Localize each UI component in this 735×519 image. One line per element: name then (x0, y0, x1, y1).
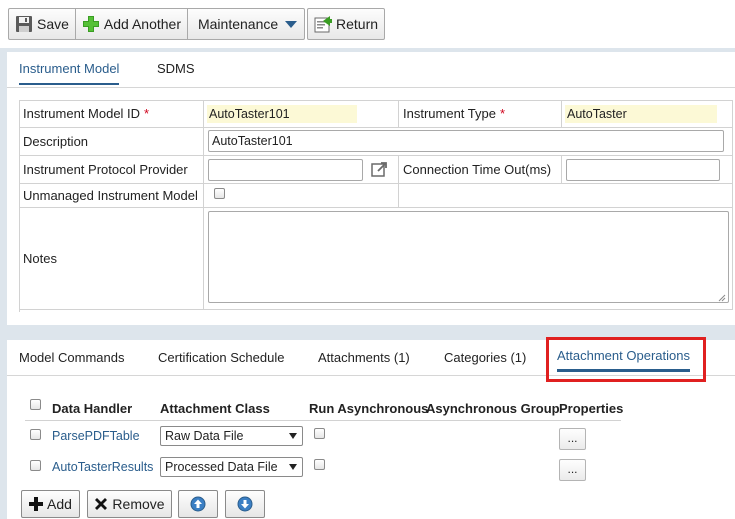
arrow-down-icon (237, 496, 253, 512)
properties-button[interactable]: ... (559, 459, 586, 481)
data-handler-link[interactable]: AutoTasterResults (52, 460, 153, 474)
column-header-attachment-class[interactable]: Attachment Class (160, 401, 270, 416)
tab-attachments[interactable]: Attachments (1) (318, 350, 410, 365)
connection-timeout-input[interactable] (566, 159, 720, 181)
column-header-run-asynchronous[interactable]: Run Asynchronous (309, 401, 428, 416)
top-tab-bar: Instrument Model SDMS (7, 52, 735, 88)
instrument-type-label: Instrument Type * (399, 100, 562, 128)
tab-categories[interactable]: Categories (1) (444, 350, 526, 365)
remove-row-button[interactable]: Remove (87, 490, 172, 518)
protocol-provider-cell (204, 156, 399, 184)
attachment-class-select[interactable]: Processed Data File (160, 457, 303, 477)
description-cell: AutoTaster101 (204, 128, 733, 156)
column-header-properties[interactable]: Properties (559, 401, 623, 416)
protocol-provider-label: Instrument Protocol Provider (19, 156, 204, 184)
add-row-label: Add (47, 496, 72, 512)
model-id-value: AutoTaster101 (207, 105, 357, 123)
connection-timeout-label: Connection Time Out(ms) (399, 156, 562, 184)
toolbar-main-group: Save Add Another Maintenance (8, 8, 306, 40)
resize-handle-icon[interactable] (718, 294, 726, 302)
move-down-button[interactable] (225, 490, 265, 518)
maintenance-menu-button[interactable]: Maintenance (188, 9, 304, 39)
unmanaged-cell (204, 184, 399, 208)
data-handler-link[interactable]: ParsePDFTable (52, 429, 140, 443)
instrument-model-panel: Instrument Model SDMS Instrument Model I… (7, 52, 735, 325)
required-marker: * (499, 106, 506, 121)
tab-sdms[interactable]: SDMS (157, 61, 195, 76)
operations-panel: Model Commands Certification Schedule At… (7, 337, 735, 519)
save-icon (16, 16, 32, 32)
add-another-button[interactable]: Add Another (76, 9, 188, 39)
attachment-class-value: Processed Data File (165, 460, 278, 474)
add-another-label: Add Another (103, 16, 181, 32)
tab-model-commands[interactable]: Model Commands (19, 350, 125, 365)
instrument-type-label-text: Instrument Type (403, 106, 496, 121)
row-checkbox[interactable] (30, 429, 41, 440)
properties-button[interactable]: ... (559, 428, 586, 450)
grid-header-divider (25, 420, 621, 421)
select-arrow-icon (289, 464, 297, 470)
run-async-checkbox[interactable] (314, 428, 325, 439)
return-label: Return (336, 16, 379, 32)
tab-certification-schedule[interactable]: Certification Schedule (158, 350, 284, 365)
external-link-icon[interactable] (370, 161, 388, 179)
model-id-label: Instrument Model ID * (19, 100, 204, 128)
empty-cell (399, 184, 733, 208)
attachment-class-select[interactable]: Raw Data File (160, 426, 303, 446)
row-checkbox[interactable] (30, 460, 41, 471)
select-arrow-icon (289, 433, 297, 439)
notes-cell (204, 208, 733, 310)
remove-row-label: Remove (112, 496, 165, 512)
model-id-label-text: Instrument Model ID (23, 106, 141, 121)
bottom-tab-bar: Model Commands Certification Schedule At… (7, 337, 735, 382)
required-marker: * (144, 106, 150, 121)
return-icon (314, 16, 332, 33)
move-up-button[interactable] (178, 490, 218, 518)
unmanaged-checkbox[interactable] (214, 188, 225, 199)
connection-timeout-cell (562, 156, 733, 184)
x-icon (95, 498, 108, 510)
attachment-class-value: Raw Data File (165, 429, 244, 443)
column-header-data-handler[interactable]: Data Handler (52, 401, 132, 416)
instrument-type-cell: AutoTaster (562, 100, 733, 128)
add-icon (82, 16, 99, 32)
instrument-type-value: AutoTaster (565, 105, 717, 123)
toolbar: Save Add Another Maintenance Return (0, 0, 735, 48)
column-header-asynchronous-group[interactable]: Asynchronous Group (426, 401, 560, 416)
tab-instrument-model[interactable]: Instrument Model (19, 61, 120, 85)
toolbar-return-group: Return (307, 8, 386, 40)
highlight-box (546, 337, 706, 382)
notes-label: Notes (19, 208, 204, 310)
model-id-cell: AutoTaster101 (204, 100, 399, 128)
unmanaged-label: Unmanaged Instrument Model (19, 184, 204, 208)
dropdown-arrow-icon (285, 21, 298, 28)
plus-icon (29, 497, 44, 511)
save-button[interactable]: Save (9, 9, 76, 39)
select-all-checkbox[interactable] (30, 399, 41, 410)
description-input[interactable]: AutoTaster101 (208, 130, 724, 152)
description-label: Description (19, 128, 204, 156)
return-button[interactable]: Return (308, 9, 384, 39)
maintenance-label: Maintenance (197, 16, 279, 32)
add-row-button[interactable]: Add (21, 490, 80, 518)
arrow-up-icon (190, 496, 206, 512)
run-async-checkbox[interactable] (314, 459, 325, 470)
save-label: Save (37, 16, 69, 32)
notes-textarea[interactable] (208, 211, 729, 303)
protocol-provider-input[interactable] (208, 159, 363, 181)
